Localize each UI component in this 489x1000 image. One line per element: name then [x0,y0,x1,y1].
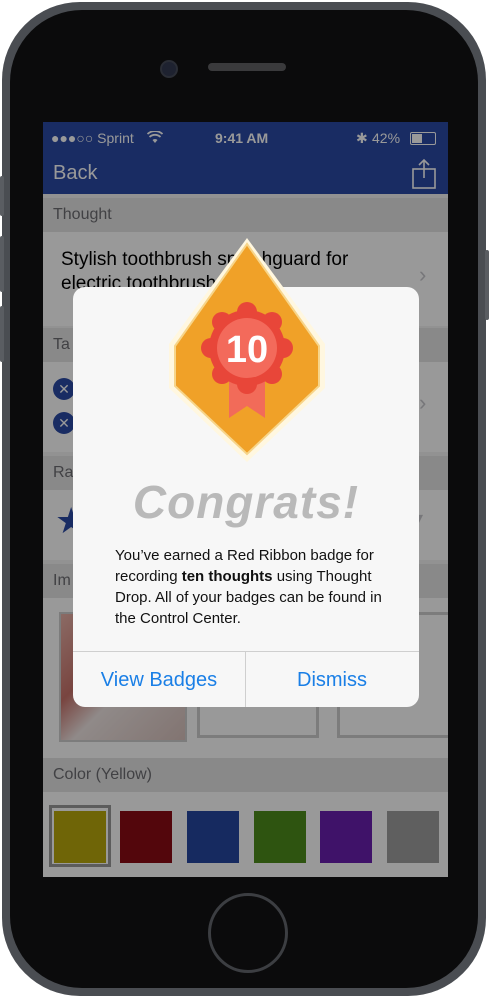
front-camera [160,60,178,78]
silent-switch [0,176,4,216]
view-badges-button[interactable]: View Badges [73,652,245,707]
home-button[interactable] [208,893,288,973]
volume-down-button [0,306,4,362]
alert-title: Congrats! [132,476,360,528]
power-button [485,250,489,320]
badge-number: 10 [226,329,268,371]
alert-buttons: View Badges Dismiss [73,651,419,707]
alert-message: You’ve earned a Red Ribbon badge for rec… [115,547,382,627]
volume-up-button [0,236,4,292]
dismiss-button[interactable]: Dismiss [246,652,418,707]
red-ribbon-badge-icon: 10 [169,238,325,462]
earpiece-speaker [208,63,286,71]
